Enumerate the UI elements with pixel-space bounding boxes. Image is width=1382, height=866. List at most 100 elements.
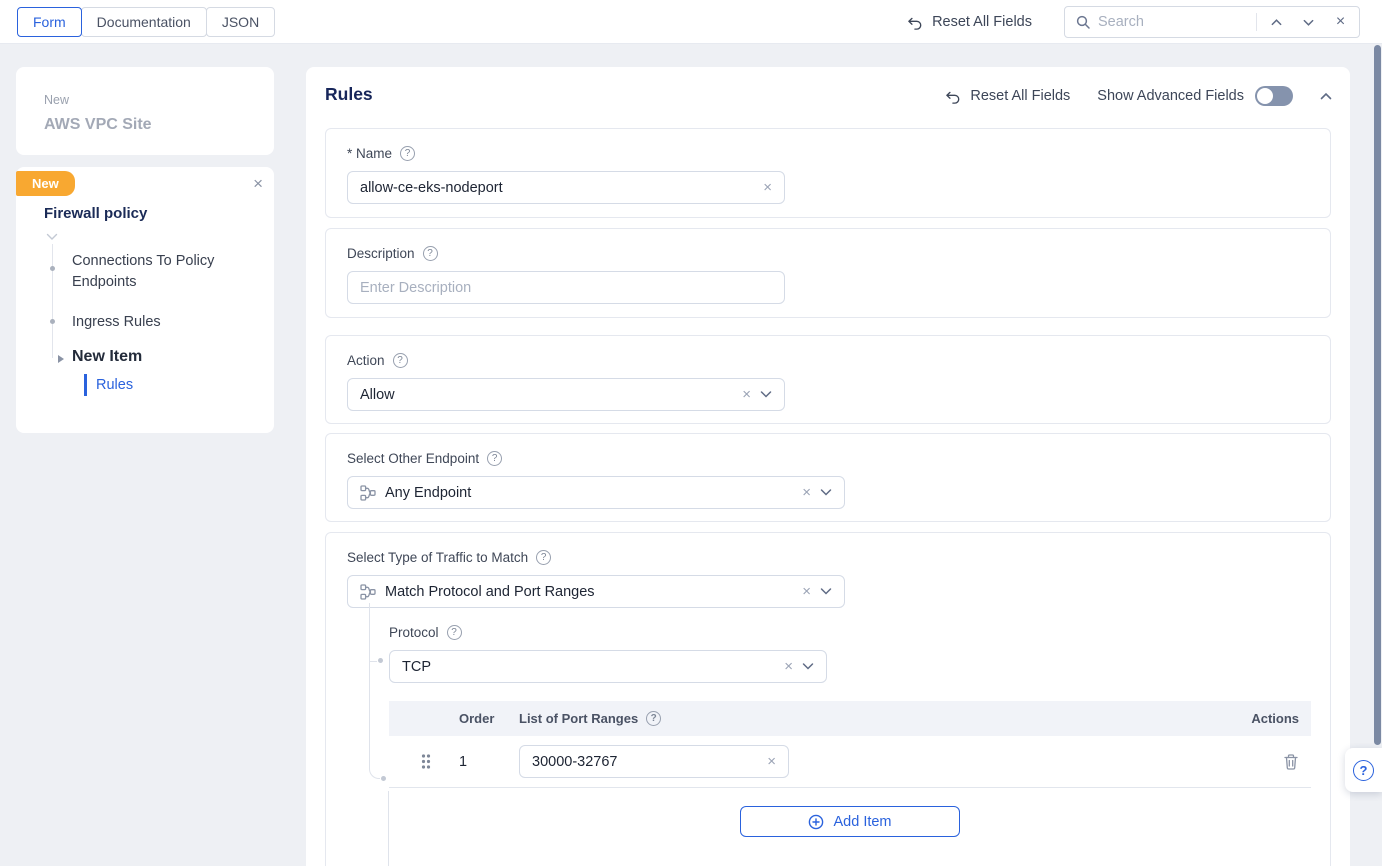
connector-dot xyxy=(378,658,383,663)
firewall-policy-card: New × Firewall policy Connections To Pol… xyxy=(16,167,274,433)
sidebar-item-new-item[interactable]: New Item xyxy=(72,348,142,366)
add-item-label: Add Item xyxy=(833,814,891,830)
help-icon[interactable]: ? xyxy=(423,246,438,261)
protocol-selected-value: TCP xyxy=(402,659,775,675)
one-of-selector-icon xyxy=(360,485,376,501)
new-badge: New xyxy=(16,171,75,196)
undo-icon xyxy=(906,14,923,31)
clear-endpoint-icon[interactable]: × xyxy=(802,485,811,500)
traffic-field-label: Select Type of Traffic to Match xyxy=(347,550,528,565)
help-icon[interactable]: ? xyxy=(536,550,551,565)
clear-protocol-icon[interactable]: × xyxy=(784,659,793,674)
view-tab-group: Form Documentation JSON xyxy=(18,7,275,37)
panel-reset-all-fields-button[interactable]: Reset All Fields xyxy=(944,88,1070,105)
help-icon[interactable]: ? xyxy=(447,625,462,640)
ranges-column-header: List of Port Ranges xyxy=(519,711,638,726)
action-select[interactable]: Allow × xyxy=(347,378,785,411)
toggle-knob xyxy=(1257,88,1273,104)
top-bar: Form Documentation JSON Reset All Fields xyxy=(0,0,1382,44)
chevron-down-icon[interactable] xyxy=(820,488,832,497)
tab-documentation[interactable]: Documentation xyxy=(81,7,207,37)
sidebar-item-rules[interactable]: Rules xyxy=(96,377,133,393)
port-range-input[interactable] xyxy=(532,754,758,770)
help-icon: ? xyxy=(1353,760,1374,781)
chevron-down-icon[interactable] xyxy=(820,587,832,596)
firewall-policy-title: Firewall policy xyxy=(44,205,147,222)
actions-column-header: Actions xyxy=(1225,711,1311,726)
help-icon[interactable]: ? xyxy=(646,711,661,726)
nested-connector-line xyxy=(369,603,380,779)
description-input-wrapper xyxy=(347,271,785,304)
sidebar-item-connections[interactable]: Connections To Policy Endpoints xyxy=(72,251,247,293)
sidebar-item-ingress-rules[interactable]: Ingress Rules xyxy=(72,312,161,333)
endpoint-selected-value: Any Endpoint xyxy=(385,485,793,501)
active-item-indicator xyxy=(84,374,87,396)
panel-title: Rules xyxy=(325,84,373,105)
protocol-select[interactable]: TCP × xyxy=(389,650,827,683)
clear-port-range-icon[interactable]: × xyxy=(767,754,776,769)
search-input[interactable] xyxy=(1098,14,1249,30)
port-ranges-table: Order List of Port Ranges ? Actions xyxy=(389,701,1311,837)
endpoint-field-section: Select Other Endpoint ? Any Endpoint × xyxy=(325,433,1331,522)
traffic-select[interactable]: Match Protocol and Port Ranges × xyxy=(347,575,845,608)
action-selected-value: Allow xyxy=(360,387,733,403)
description-field-section: Description ? xyxy=(325,228,1331,318)
tab-form[interactable]: Form xyxy=(17,7,82,37)
delete-row-trash-icon[interactable] xyxy=(1283,753,1299,771)
help-fab[interactable]: ? xyxy=(1345,748,1382,792)
traffic-selected-value: Match Protocol and Port Ranges xyxy=(385,584,793,600)
row-order-value: 1 xyxy=(459,754,519,770)
plus-circle-icon xyxy=(808,814,824,830)
reset-all-fields-button[interactable]: Reset All Fields xyxy=(906,14,1032,31)
search-icon xyxy=(1075,14,1091,30)
chevron-down-icon[interactable] xyxy=(760,390,772,399)
help-icon[interactable]: ? xyxy=(393,353,408,368)
scrollbar-thumb[interactable] xyxy=(1374,45,1381,745)
description-input[interactable] xyxy=(360,280,772,296)
add-item-button[interactable]: Add Item xyxy=(740,806,960,837)
panel-reset-label: Reset All Fields xyxy=(970,88,1070,104)
tree-bullet-icon xyxy=(50,266,55,271)
rules-panel: Rules Reset All Fields Show Advanced Fie… xyxy=(306,67,1350,866)
help-icon[interactable]: ? xyxy=(487,451,502,466)
action-field-label: Action xyxy=(347,353,385,368)
protocol-field-label: Protocol xyxy=(389,625,439,640)
parent-object-title: AWS VPC Site xyxy=(44,116,274,134)
order-column-header: Order xyxy=(459,711,519,726)
name-input-wrapper: × xyxy=(347,171,785,204)
clear-traffic-icon[interactable]: × xyxy=(802,584,811,599)
undo-icon xyxy=(944,88,961,105)
collapse-panel-chevron-icon[interactable] xyxy=(1320,92,1332,101)
port-range-input-wrapper: × xyxy=(519,745,789,778)
clear-name-icon[interactable]: × xyxy=(763,180,772,195)
show-advanced-fields-toggle[interactable] xyxy=(1255,86,1293,106)
endpoint-select[interactable]: Any Endpoint × xyxy=(347,476,845,509)
search-box: × xyxy=(1064,6,1360,38)
help-icon[interactable]: ? xyxy=(400,146,415,161)
tree-bullet-icon xyxy=(50,319,55,324)
table-row: 1 × xyxy=(389,736,1311,788)
search-next-button[interactable] xyxy=(1296,9,1321,35)
endpoint-field-label: Select Other Endpoint xyxy=(347,451,479,466)
name-input[interactable] xyxy=(360,180,754,196)
reset-all-fields-label: Reset All Fields xyxy=(932,14,1032,30)
tab-json[interactable]: JSON xyxy=(206,7,275,37)
chevron-down-icon[interactable] xyxy=(802,662,814,671)
nested-connector-branch xyxy=(370,661,377,662)
protocol-field: Protocol ? TCP × xyxy=(389,625,827,683)
clear-action-icon[interactable]: × xyxy=(742,387,751,402)
traffic-field-section: Select Type of Traffic to Match ? Match … xyxy=(325,532,1331,866)
search-close-button[interactable]: × xyxy=(1328,9,1353,35)
table-header-row: Order List of Port Ranges ? Actions xyxy=(389,701,1311,736)
search-prev-button[interactable] xyxy=(1264,9,1289,35)
name-field-label: * Name xyxy=(347,146,392,161)
drag-handle-icon[interactable] xyxy=(420,753,459,770)
parent-status-label: New xyxy=(44,93,274,107)
tree-expand-arrow-icon[interactable] xyxy=(58,355,64,363)
tree-guide-line xyxy=(52,244,53,358)
show-advanced-fields-label: Show Advanced Fields xyxy=(1097,88,1244,104)
name-field-section: * Name ? × xyxy=(325,128,1331,218)
close-icon[interactable]: × xyxy=(253,175,263,192)
parent-object-card: New AWS VPC Site xyxy=(16,67,274,155)
tree-collapse-chevron-icon[interactable] xyxy=(46,233,58,241)
